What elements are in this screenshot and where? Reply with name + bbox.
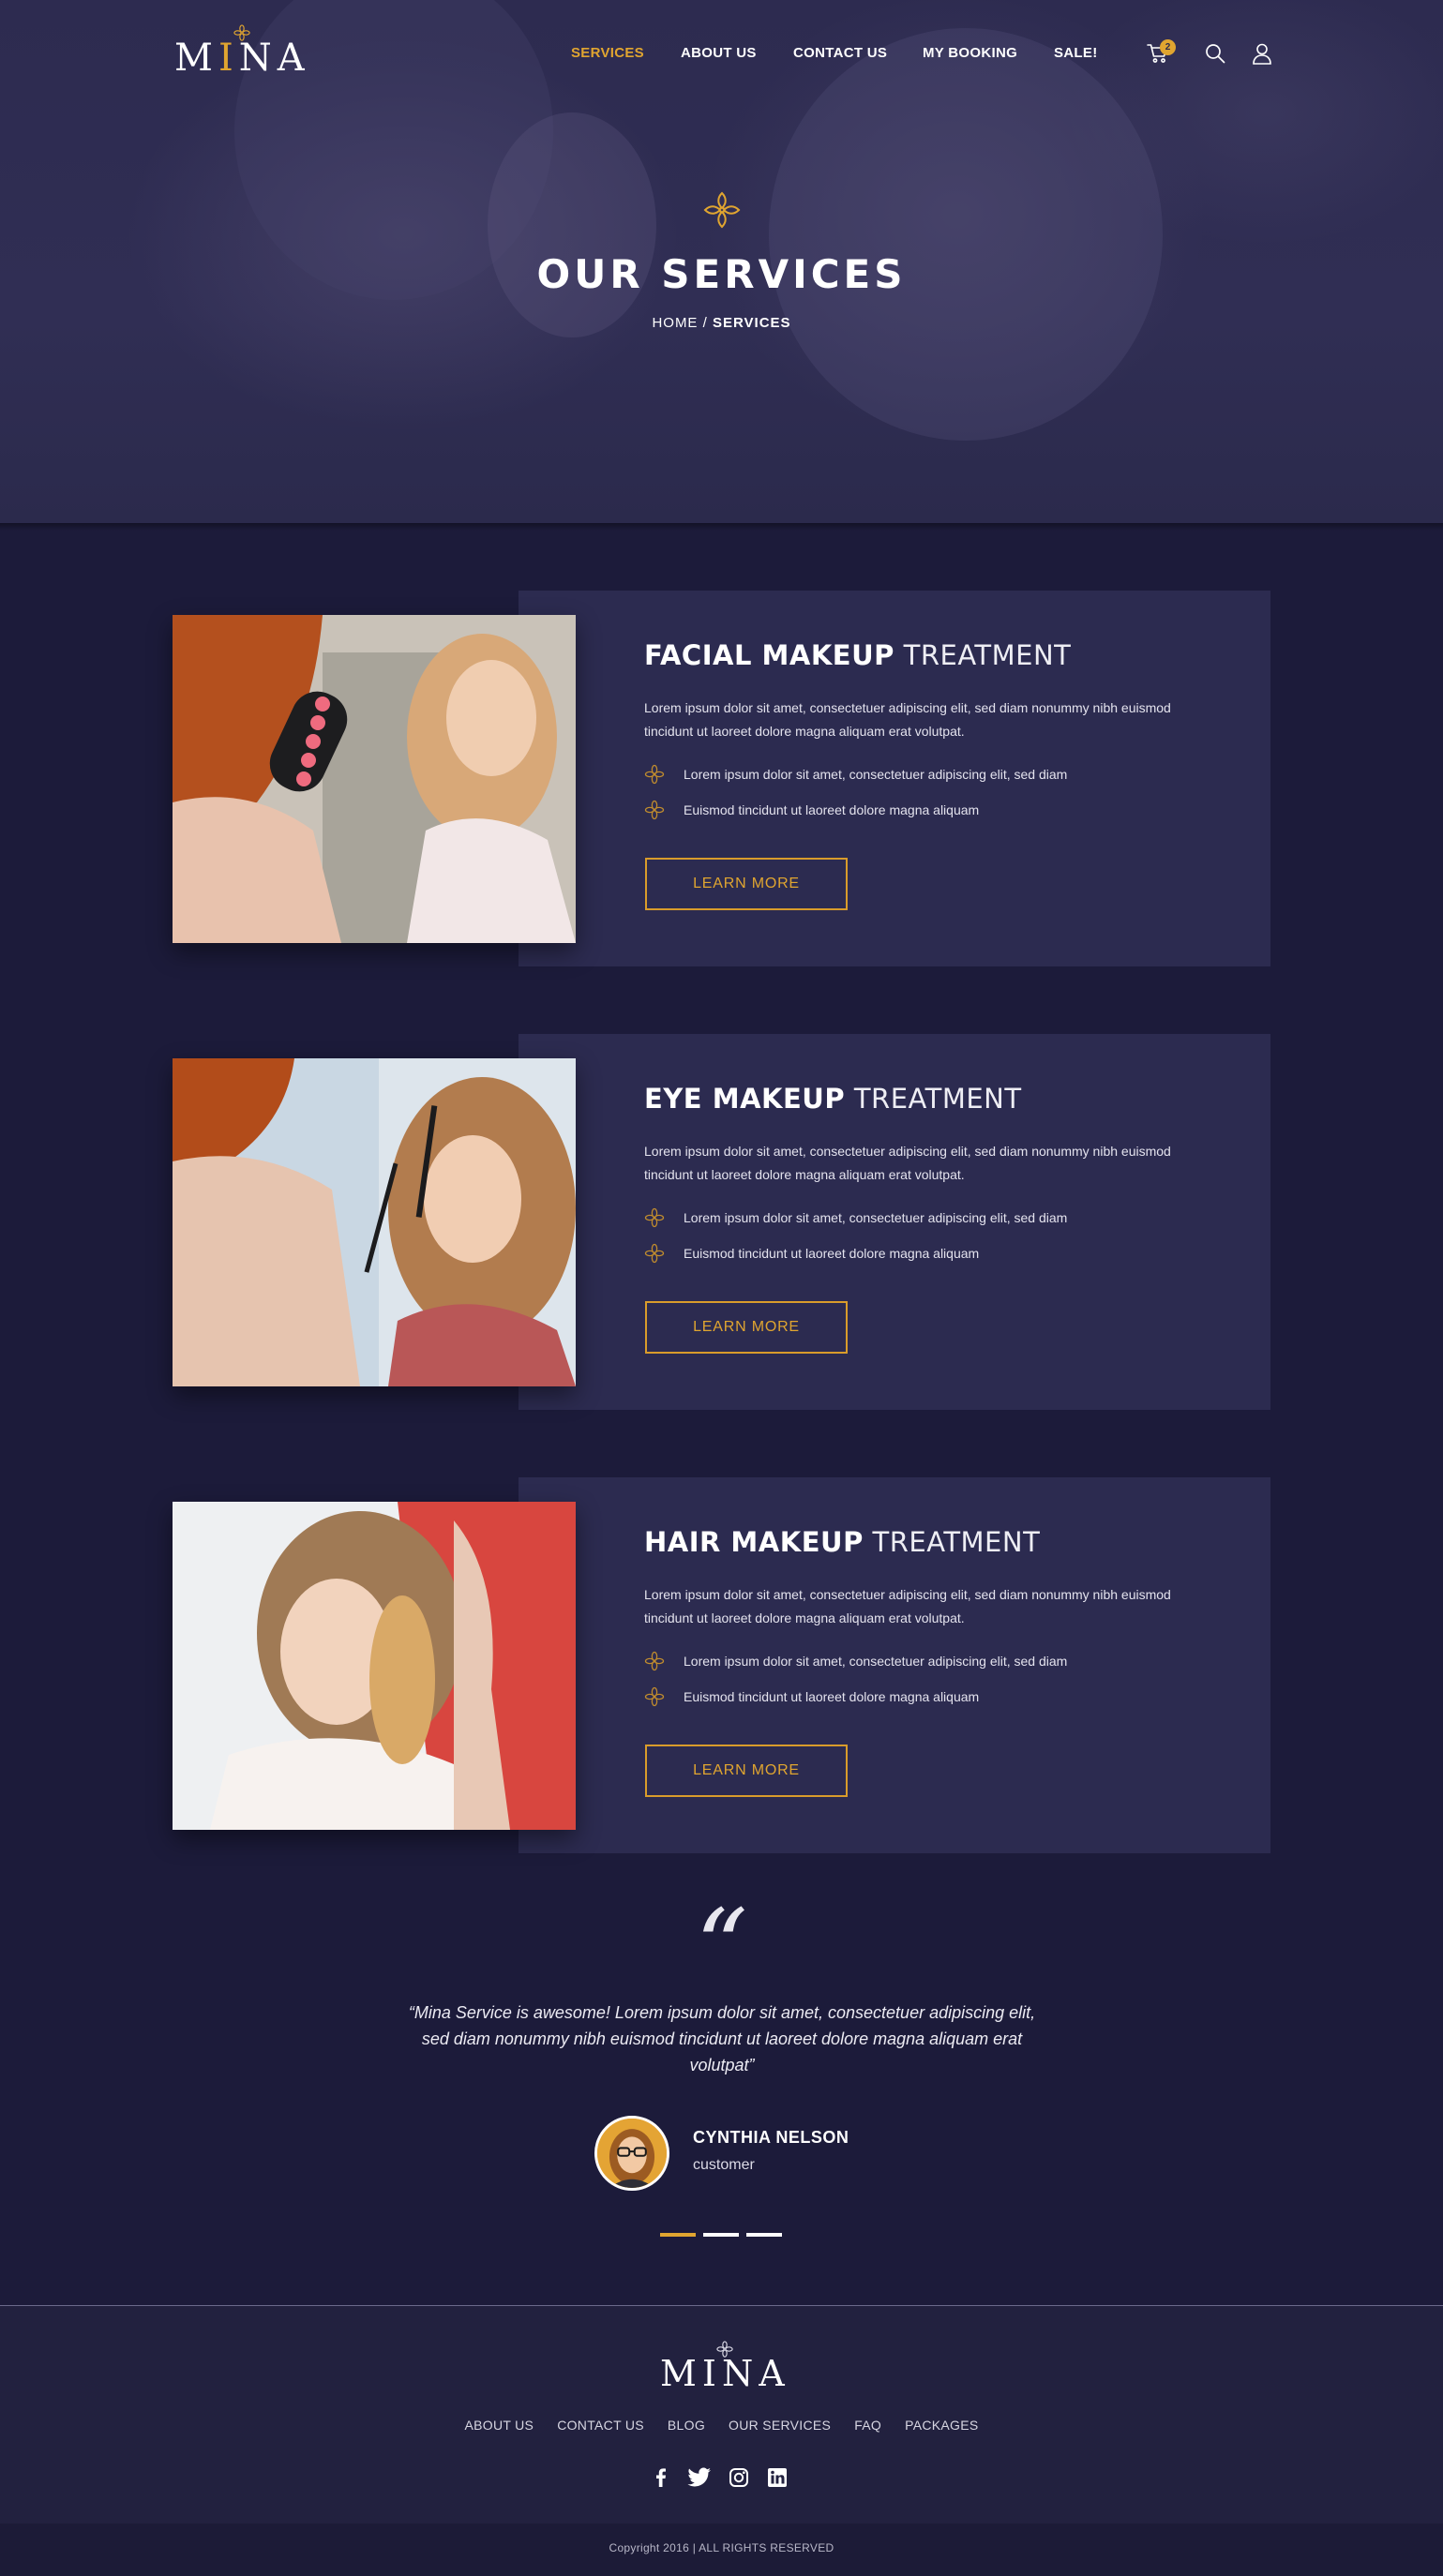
hero-photo-face	[488, 112, 656, 337]
service-description: Lorem ipsum dolor sit amet, consectetuer…	[644, 1144, 1171, 1182]
service-title: EYE MAKEUP TREATMENT	[644, 1083, 1022, 1115]
service-description: Lorem ipsum dolor sit amet, consectetuer…	[644, 1587, 1171, 1625]
nav-item-my-booking[interactable]: MY BOOKING	[923, 45, 1017, 61]
bullet-flower-icon	[644, 1243, 665, 1264]
learn-more-button[interactable]: LEARN MORE	[645, 1745, 848, 1797]
bullet-flower-icon	[644, 764, 665, 785]
linkedin-icon[interactable]	[767, 2467, 788, 2488]
hero-shadow	[0, 523, 1443, 531]
logo-wordmark: MINA	[174, 37, 310, 80]
hero-photo-figure-right	[769, 28, 1163, 441]
footer-logo[interactable]: MINA	[660, 2341, 790, 2391]
avatar	[594, 2116, 669, 2191]
footer-nav: ABOUT US CONTACT US BLOG OUR SERVICES FA…	[0, 2418, 1443, 2433]
facebook-icon[interactable]	[651, 2467, 671, 2488]
nav-item-contact-us[interactable]: CONTACT US	[793, 45, 887, 61]
eye-makeup-photo	[173, 1058, 576, 1386]
bullet-flower-icon	[644, 1207, 665, 1228]
service-bullet: Lorem ipsum dolor sit amet, consectetuer…	[644, 764, 1067, 785]
footer-link-our-services[interactable]: OUR SERVICES	[729, 2418, 831, 2433]
service-title: FACIAL MAKEUP TREATMENT	[644, 639, 1072, 671]
cart-count-badge: 2	[1160, 39, 1176, 55]
footer-link-faq[interactable]: FAQ	[854, 2418, 881, 2433]
slider-dot-1[interactable]	[660, 2233, 696, 2237]
service-bullet: Euismod tincidunt ut laoreet dolore magn…	[644, 1686, 979, 1707]
hair-makeup-photo	[173, 1502, 576, 1830]
quote-icon: “	[695, 1887, 748, 2007]
breadcrumb-home[interactable]: HOME	[652, 315, 698, 331]
service-bullet: Euismod tincidunt ut laoreet dolore magn…	[644, 1243, 979, 1264]
copyright-text: Copyright 2016 | ALL RIGHTS RESERVED	[609, 2541, 834, 2554]
service-description: Lorem ipsum dolor sit amet, consectetuer…	[644, 700, 1171, 739]
page-title: OUR SERVICES	[536, 251, 907, 297]
footer-link-about-us[interactable]: ABOUT US	[464, 2418, 534, 2433]
testimonial-author: CYNTHIA NELSON	[693, 2128, 849, 2147]
breadcrumb-current: SERVICES	[712, 315, 791, 331]
service-bullet: Euismod tincidunt ut laoreet dolore magn…	[644, 800, 979, 820]
nav-item-sale[interactable]: SALE!	[1054, 45, 1098, 61]
slider-dot-2[interactable]	[703, 2233, 739, 2237]
breadcrumb-separator: /	[702, 315, 708, 331]
learn-more-button[interactable]: LEARN MORE	[645, 858, 848, 910]
testimonial-text: “Mina Service is awesome! Lorem ipsum do…	[408, 2003, 1036, 2074]
search-icon[interactable]	[1203, 41, 1227, 66]
service-bullet: Lorem ipsum dolor sit amet, consectetuer…	[644, 1207, 1067, 1228]
slider-dot-3[interactable]	[746, 2233, 782, 2237]
hero-flower-icon	[703, 191, 741, 229]
bullet-flower-icon	[644, 800, 665, 820]
service-bullet: Lorem ipsum dolor sit amet, consectetuer…	[644, 1651, 1067, 1671]
twitter-icon[interactable]	[687, 2467, 712, 2488]
footer-link-contact-us[interactable]: CONTACT US	[557, 2418, 644, 2433]
facial-makeup-photo	[173, 615, 576, 943]
bullet-flower-icon	[644, 1651, 665, 1671]
footer-link-blog[interactable]: BLOG	[668, 2418, 705, 2433]
footer-logo-wordmark: MINA	[660, 2353, 790, 2394]
site-logo[interactable]: MINA	[174, 24, 310, 77]
user-icon[interactable]	[1250, 41, 1274, 66]
nav-item-services[interactable]: SERVICES	[571, 45, 644, 61]
breadcrumb: HOME / SERVICES	[0, 315, 1443, 331]
service-title: HAIR MAKEUP TREATMENT	[644, 1526, 1041, 1558]
learn-more-button[interactable]: LEARN MORE	[645, 1301, 848, 1354]
instagram-icon[interactable]	[729, 2467, 749, 2488]
testimonial-role: customer	[693, 2157, 755, 2173]
footer-link-packages[interactable]: PACKAGES	[905, 2418, 978, 2433]
nav-item-about-us[interactable]: ABOUT US	[681, 45, 757, 61]
bullet-flower-icon	[644, 1686, 665, 1707]
